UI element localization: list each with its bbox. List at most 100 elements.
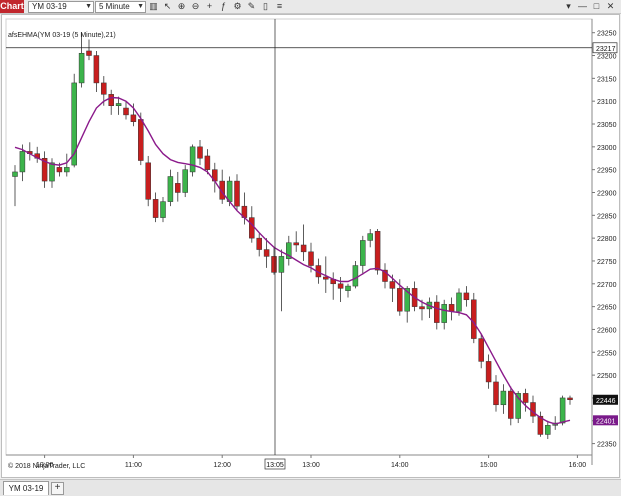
candle-down: [263, 249, 270, 257]
candle-up: [49, 162, 55, 182]
candle-down: [93, 55, 100, 84]
candle-down: [448, 304, 455, 312]
candle-down: [249, 217, 255, 239]
bar-chart-icon[interactable]: ▥: [148, 1, 159, 12]
x-tick-label: 14:00: [391, 462, 409, 469]
candle-down: [478, 338, 484, 362]
app-label: Chart: [0, 0, 24, 13]
y-tick-label: 22350: [597, 442, 617, 449]
plot-area: [5, 18, 593, 456]
pointer-icon[interactable]: ↖: [162, 1, 173, 12]
y-tick-label: 22600: [597, 327, 617, 334]
instrument-selector[interactable]: YM 03-19 ▼: [28, 1, 94, 13]
candle-down: [389, 281, 396, 289]
y-tick-label: 22800: [597, 236, 617, 243]
candle-down: [397, 288, 403, 312]
copyright-text: © 2018 NinjaTrader, LLC: [8, 463, 86, 470]
crosshair-time-label: 13:05: [266, 462, 284, 469]
y-tick-label: 22500: [597, 373, 617, 380]
candle-up: [352, 265, 359, 287]
candle-down: [463, 292, 470, 301]
last-price-label: 22446: [596, 398, 616, 405]
y-tick-label: 22650: [597, 305, 617, 312]
y-tick-label: 23250: [597, 31, 617, 38]
candle-down: [293, 242, 299, 246]
candle-down: [493, 381, 499, 406]
interval-selector[interactable]: 5 Minute ▼: [95, 1, 146, 13]
candle-down: [300, 244, 307, 253]
candle-down: [197, 146, 203, 159]
x-tick-label: 11:00: [125, 462, 142, 469]
maximize-icon[interactable]: □: [591, 1, 602, 12]
drawing-tools-icon[interactable]: ✎: [246, 1, 257, 12]
chart-toolbar: Chart YM 03-19 ▼ 5 Minute ▼ ▥ ↖ ⊕ ⊖ + ƒ ⚙ ✎ ▯ ≡ ▾…: [0, 0, 621, 14]
candle-up: [160, 201, 166, 218]
properties-icon[interactable]: ≡: [274, 1, 285, 12]
candle-down: [508, 390, 514, 419]
candle-up: [64, 167, 70, 173]
candle-down: [522, 393, 529, 403]
candle-down: [419, 306, 425, 310]
indicator-label: afsEHMA(YM 03-19 (5 Minute),21): [8, 32, 116, 39]
y-tick-label: 22850: [597, 213, 617, 220]
candle-up: [559, 397, 566, 424]
candle-down: [130, 114, 137, 122]
candle-down: [374, 231, 381, 271]
candle-down: [323, 276, 329, 280]
crosshair-icon[interactable]: +: [204, 1, 215, 12]
zoom-in-icon[interactable]: ⊕: [176, 1, 187, 12]
y-tick-label: 23200: [597, 54, 617, 61]
candle-down: [471, 299, 477, 339]
candle-down: [234, 180, 240, 207]
candle-up: [500, 390, 507, 406]
tab-ym-03-19[interactable]: YM 03-19: [3, 481, 49, 495]
instrument-value: YM 03-19: [32, 2, 67, 11]
candle-down: [86, 50, 92, 56]
candle-up: [19, 151, 26, 173]
window-menu-icon[interactable]: ▾: [563, 1, 574, 12]
tab-bar: YM 03-19 +: [0, 479, 621, 496]
indicators-icon[interactable]: ƒ: [218, 1, 229, 12]
candle-up: [78, 52, 85, 84]
strategies-icon[interactable]: ⚙: [232, 1, 243, 12]
candle-down: [101, 82, 107, 95]
chart-panel[interactable]: 23250 23200 23150 23100 23050 23000 22950 22900…: [1, 14, 620, 478]
y-tick-label: 23000: [597, 145, 617, 152]
candle-up: [167, 176, 174, 202]
y-tick-label: 23100: [597, 99, 617, 106]
candle-up: [441, 304, 447, 323]
candle-up: [189, 146, 196, 173]
candle-down: [308, 251, 314, 266]
candle-down: [256, 237, 262, 250]
x-tick-label: 15:00: [480, 462, 498, 469]
candle-up: [345, 285, 351, 291]
candle-up: [367, 233, 373, 241]
hide-drawings-icon[interactable]: ▯: [260, 1, 271, 12]
candle-down: [152, 199, 159, 218]
add-tab-button[interactable]: +: [51, 482, 64, 495]
candle-down: [108, 94, 114, 106]
candle-down: [567, 397, 573, 401]
y-tick-label: 23150: [597, 76, 617, 83]
price-chart[interactable]: 23250 23200 23150 23100 23050 23000 22950 22900…: [2, 15, 619, 477]
candle-up: [12, 171, 18, 177]
chevron-down-icon: ▼: [85, 3, 92, 10]
candle-down: [485, 361, 492, 383]
zoom-out-icon[interactable]: ⊖: [190, 1, 201, 12]
candle-down: [138, 119, 144, 161]
close-icon[interactable]: ✕: [605, 1, 616, 12]
y-tick-label: 22900: [597, 190, 617, 197]
y-tick-label: 23050: [597, 122, 617, 129]
chevron-down-icon: ▼: [137, 3, 144, 10]
interval-value: 5 Minute: [99, 2, 130, 11]
candle-up: [115, 103, 122, 106]
candle-up: [278, 256, 285, 273]
x-tick-label: 16:00: [569, 462, 587, 469]
hma-value-label: 22401: [596, 418, 616, 425]
candle-down: [123, 107, 129, 116]
minimize-icon[interactable]: —: [577, 1, 588, 12]
candle-down: [56, 167, 63, 173]
candle-down: [337, 283, 344, 289]
candle-up: [182, 169, 188, 193]
x-tick-label: 13:00: [302, 462, 320, 469]
